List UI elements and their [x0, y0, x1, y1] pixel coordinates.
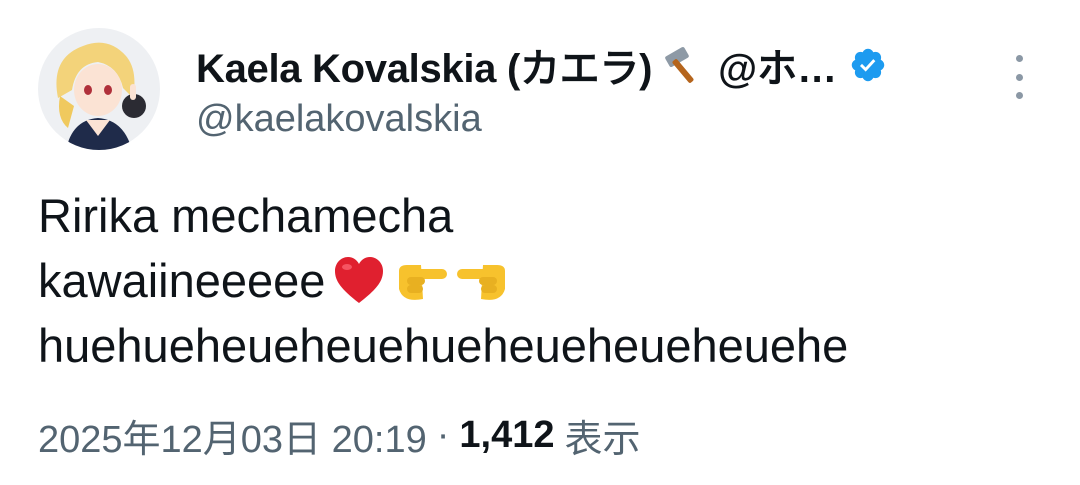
pointing-right-icon — [393, 253, 449, 309]
tweet-line: kawaiineeeee — [38, 248, 848, 313]
author-name-row[interactable]: Kaela Kovalskia (カエラ) @ホ… — [196, 38, 960, 92]
tweet-line: Ririka mechamecha — [38, 189, 454, 242]
tweet-text: Ririka mechamecha kawaiineeeee huehueheu… — [38, 183, 848, 378]
tweet-meta: 2025年12月03日 20:19 · 1,412 表示 — [38, 408, 641, 463]
views-count[interactable]: 1,412 — [459, 414, 554, 457]
tweet-line-text: kawaiineeeee — [38, 254, 326, 307]
author-name-suffix[interactable]: @ホ… — [718, 36, 837, 94]
tweet-line: huehueheueheuehueheueheueheuehe — [38, 319, 849, 372]
more-dot-icon — [1015, 92, 1023, 99]
verified-badge-icon — [849, 46, 887, 84]
more-options-button[interactable] — [1004, 55, 1034, 99]
tweet-card: Kaela Kovalskia (カエラ) @ホ… @kaelakovalski… — [0, 0, 1080, 485]
more-dot-icon — [1015, 73, 1023, 81]
avatar[interactable] — [38, 28, 160, 150]
author-handle[interactable]: @kaelakovalskia — [196, 98, 960, 141]
tweet-timestamp[interactable]: 2025年12月03日 20:19 — [38, 408, 427, 463]
tweet-header: Kaela Kovalskia (カエラ) @ホ… @kaelakovalski… — [196, 38, 960, 141]
more-dot-icon — [1015, 55, 1023, 62]
meta-separator: · — [436, 414, 450, 456]
hammer-icon — [660, 41, 708, 89]
red-heart-icon — [331, 253, 387, 309]
pointing-right-icon — [455, 253, 511, 309]
views-label: 表示 — [564, 419, 641, 461]
author-display-name[interactable]: Kaela Kovalskia (カエラ) — [196, 36, 652, 94]
